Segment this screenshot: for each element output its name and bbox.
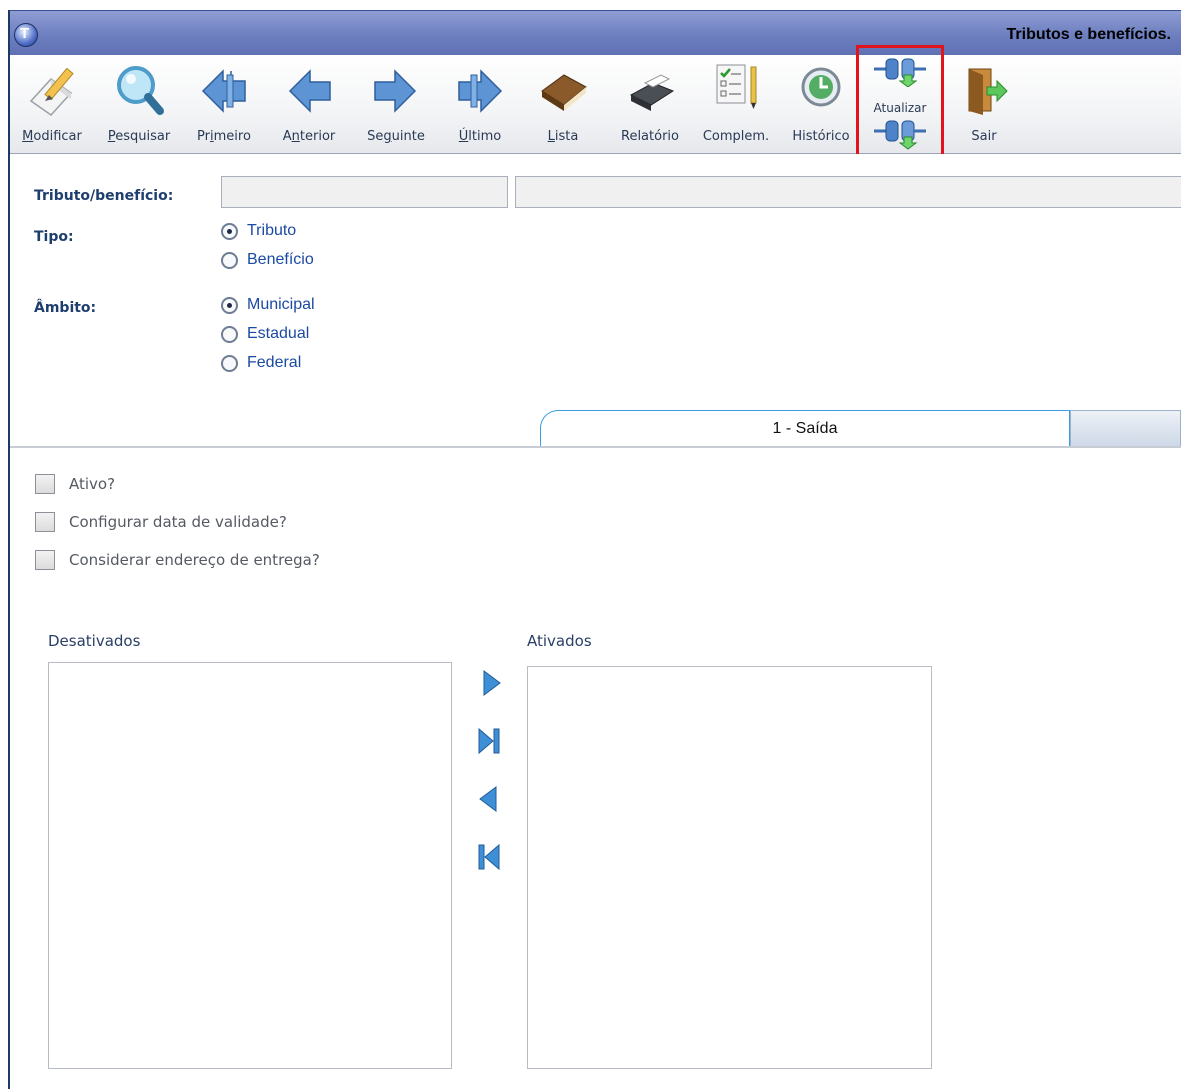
ambito-label: Âmbito: bbox=[34, 300, 97, 316]
app-logo-icon bbox=[14, 23, 38, 47]
ativados-label: Ativados bbox=[527, 632, 592, 650]
ativados-list[interactable] bbox=[527, 666, 932, 1069]
window-left-border bbox=[0, 0, 10, 1089]
desativados-list[interactable] bbox=[48, 662, 452, 1069]
title-bar: Tributos e benefícios. bbox=[10, 10, 1181, 55]
lista-button[interactable]: Lista bbox=[530, 55, 596, 153]
atualizar-button[interactable]: Atualizar bbox=[856, 45, 944, 166]
tipo-label: Tipo: bbox=[34, 229, 74, 245]
historico-button[interactable]: Histórico bbox=[786, 55, 856, 153]
tab-next[interactable] bbox=[1070, 410, 1181, 447]
saida-panel: Ativo? Configurar data de validade? Cons… bbox=[10, 450, 1181, 1089]
move-left-icon[interactable] bbox=[476, 784, 502, 814]
checklist-icon bbox=[716, 64, 757, 109]
sair-button[interactable]: Sair bbox=[954, 55, 1014, 153]
previous-arrow-icon bbox=[288, 69, 331, 113]
primeiro-button[interactable]: Primeiro bbox=[184, 55, 264, 153]
next-arrow-icon bbox=[374, 69, 417, 113]
pesquisar-button[interactable]: Pesquisar bbox=[96, 55, 182, 153]
anterior-button[interactable]: Anterior bbox=[272, 55, 346, 153]
ambito-option-federal[interactable]: Federal bbox=[221, 354, 351, 377]
toolbar: Modificar Pesquisar Primeiro Anterior Se… bbox=[10, 45, 1181, 166]
desativados-label: Desativados bbox=[48, 632, 141, 650]
radio-unselected-icon bbox=[221, 252, 238, 269]
radio-unselected-icon bbox=[221, 326, 238, 343]
tributo-description-field[interactable] bbox=[515, 176, 1181, 208]
pencil-icon bbox=[29, 67, 74, 116]
ultimo-button[interactable]: Último bbox=[444, 55, 516, 153]
tipo-option-tributo[interactable]: Tributo bbox=[221, 222, 341, 245]
checkbox-box bbox=[35, 512, 55, 532]
tab-divider bbox=[10, 446, 1181, 448]
endereco-entrega-checkbox[interactable]: Considerar endereço de entrega? bbox=[35, 550, 375, 572]
plug-update-icon bbox=[874, 58, 926, 87]
tributo-code-field[interactable] bbox=[221, 176, 508, 208]
window-title: Tributos e benefícios. bbox=[1006, 26, 1171, 43]
move-all-right-icon[interactable] bbox=[476, 726, 502, 756]
ambito-option-estadual[interactable]: Estadual bbox=[221, 325, 351, 348]
main-form: Tributo/benefício: Tipo: Tributo Benefíc… bbox=[10, 154, 1181, 442]
magnifier-icon bbox=[117, 66, 164, 115]
seguinte-button[interactable]: Seguinte bbox=[356, 55, 436, 153]
last-arrow-icon bbox=[458, 69, 503, 113]
relatorio-button[interactable]: Relatório bbox=[614, 55, 686, 153]
tab-saida[interactable]: 1 - Saída bbox=[540, 410, 1070, 447]
ativo-checkbox[interactable]: Ativo? bbox=[35, 474, 235, 496]
move-right-icon[interactable] bbox=[478, 668, 504, 698]
modificar-button[interactable]: Modificar bbox=[10, 55, 94, 153]
tipo-option-beneficio[interactable]: Benefício bbox=[221, 251, 341, 274]
first-arrow-icon bbox=[201, 69, 246, 113]
configurar-validade-checkbox[interactable]: Configurar data de validade? bbox=[35, 512, 355, 534]
history-icon bbox=[801, 67, 841, 107]
book-icon bbox=[541, 74, 587, 111]
ambito-option-municipal[interactable]: Municipal bbox=[221, 296, 351, 319]
tab-bar: 1 - Saída bbox=[10, 410, 1181, 450]
radio-selected-icon bbox=[221, 297, 238, 314]
tributo-label: Tributo/benefício: bbox=[34, 188, 174, 204]
plug-update-icon bbox=[874, 120, 926, 150]
checkbox-box bbox=[35, 550, 55, 570]
checkbox-box bbox=[35, 474, 55, 494]
radio-selected-icon bbox=[221, 223, 238, 240]
complem-button[interactable]: Complem. bbox=[696, 55, 776, 153]
printer-icon bbox=[629, 74, 675, 111]
exit-door-icon bbox=[968, 68, 1008, 115]
move-all-left-icon[interactable] bbox=[476, 842, 502, 872]
radio-unselected-icon bbox=[221, 355, 238, 372]
